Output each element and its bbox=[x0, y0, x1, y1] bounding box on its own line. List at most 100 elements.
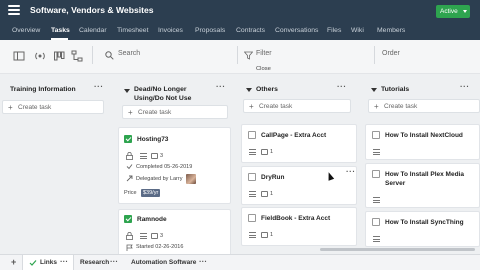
lock-icon bbox=[126, 232, 133, 240]
column-menu-button[interactable]: ··· bbox=[460, 82, 470, 91]
tab-timesheet[interactable]: Timesheet bbox=[117, 27, 148, 34]
comment-count: 1 bbox=[270, 149, 274, 155]
tab-conversations[interactable]: Conversations bbox=[275, 27, 318, 34]
delegate-arrow-icon bbox=[126, 175, 133, 182]
filter-input[interactable]: Filter bbox=[256, 50, 272, 57]
comment-icon bbox=[261, 191, 268, 197]
hierarchy-icon[interactable] bbox=[71, 50, 83, 62]
divider bbox=[374, 46, 375, 64]
task-card-plex[interactable]: How To Install Plex Media Server bbox=[365, 163, 480, 208]
tab-contracts[interactable]: Contracts bbox=[236, 27, 265, 34]
description-icon bbox=[373, 236, 380, 242]
column-title: Tutorials bbox=[381, 86, 410, 93]
tab-wiki[interactable]: Wiki bbox=[351, 27, 364, 34]
card-menu-button[interactable]: ··· bbox=[346, 167, 356, 176]
task-card-syncthing[interactable]: How To Install SyncThing bbox=[365, 211, 480, 247]
flag-icon bbox=[126, 244, 133, 251]
description-icon bbox=[249, 191, 256, 197]
check-circle-icon bbox=[126, 164, 133, 170]
create-task-label: Create task bbox=[384, 103, 418, 110]
task-complete-checkbox[interactable] bbox=[372, 170, 380, 178]
task-title: How To Install SyncThing bbox=[385, 219, 464, 226]
task-card-dryrun[interactable]: DryRun ··· 1 bbox=[241, 166, 357, 205]
view-toggle-icon[interactable] bbox=[13, 50, 25, 62]
close-filter-link[interactable]: Close bbox=[256, 66, 271, 72]
sheet-tab-menu[interactable]: ··· bbox=[110, 257, 118, 266]
comment-icon bbox=[151, 233, 158, 239]
task-complete-checkbox[interactable] bbox=[248, 131, 256, 139]
task-title: DryRun bbox=[261, 174, 285, 181]
column-menu-button[interactable]: ··· bbox=[94, 82, 104, 91]
create-task-label: Create task bbox=[259, 103, 293, 110]
description-icon bbox=[249, 232, 256, 238]
task-complete-checkbox[interactable] bbox=[124, 215, 132, 223]
started-date: Started 02-26-2016 bbox=[136, 244, 184, 250]
tab-overview[interactable]: Overview bbox=[12, 27, 40, 34]
sheet-tabs-bar: + Links ··· Research ··· Automation Soft… bbox=[0, 254, 480, 270]
task-card-hosting73[interactable]: Hosting73 3 Completed 05-26-2019 Delegat… bbox=[118, 127, 231, 204]
task-board: Training Information ··· + Create task D… bbox=[0, 74, 480, 254]
sheet-tab-automation[interactable]: Automation Software bbox=[131, 259, 196, 266]
tab-files[interactable]: Files bbox=[327, 27, 341, 34]
add-sheet-button[interactable]: + bbox=[11, 257, 16, 267]
sheet-tab-menu[interactable]: ··· bbox=[60, 257, 68, 266]
hamburger-menu-icon[interactable] bbox=[8, 5, 20, 16]
create-task-button[interactable]: + Create task bbox=[243, 99, 351, 113]
column-menu-button[interactable]: ··· bbox=[337, 82, 347, 91]
task-complete-checkbox[interactable] bbox=[248, 214, 256, 222]
comment-icon bbox=[261, 149, 268, 155]
task-toolbar bbox=[0, 40, 480, 74]
plus-icon: + bbox=[128, 108, 133, 117]
plus-icon: + bbox=[8, 103, 13, 112]
task-card-ramnode[interactable]: Ramnode 3 Started 02-26-2016 bbox=[118, 209, 231, 254]
comment-count: 3 bbox=[160, 233, 164, 239]
task-card-callpage[interactable]: CallPage - Extra Acct 1 bbox=[241, 124, 357, 163]
task-complete-checkbox[interactable] bbox=[248, 173, 256, 181]
create-task-label: Create task bbox=[138, 109, 172, 116]
column-title: Dead/No Longer Using/Do Not Use bbox=[134, 86, 192, 102]
comment-icon bbox=[151, 153, 158, 159]
create-task-button[interactable]: + Create task bbox=[2, 100, 104, 114]
column-title: Others bbox=[256, 86, 278, 93]
sheet-tab-menu[interactable]: ··· bbox=[199, 257, 207, 266]
create-task-button[interactable]: + Create task bbox=[122, 105, 228, 119]
column-menu-button[interactable]: ··· bbox=[216, 82, 226, 91]
description-icon bbox=[140, 153, 147, 159]
task-complete-checkbox[interactable] bbox=[124, 135, 132, 143]
task-title: Ramnode bbox=[137, 216, 167, 223]
sheet-tab-links[interactable]: Links bbox=[40, 259, 57, 266]
task-title: Hosting73 bbox=[137, 136, 169, 143]
task-card-fieldbook[interactable]: FieldBook - Extra Acct 1 bbox=[241, 207, 357, 246]
tab-tasks[interactable]: Tasks bbox=[51, 27, 70, 34]
description-icon bbox=[249, 149, 256, 155]
order-select[interactable]: Order bbox=[382, 50, 400, 57]
tab-invoices[interactable]: Invoices bbox=[158, 27, 183, 34]
search-input[interactable]: Search bbox=[118, 50, 140, 57]
project-nav: Overview Tasks Calendar Timesheet Invoic… bbox=[0, 22, 480, 40]
collapse-caret-icon[interactable] bbox=[371, 88, 377, 92]
task-complete-checkbox[interactable] bbox=[372, 218, 380, 226]
collapse-caret-icon[interactable] bbox=[124, 89, 130, 93]
sheet-tab-research[interactable]: Research bbox=[80, 259, 109, 266]
horizontal-scrollbar[interactable] bbox=[320, 248, 475, 251]
completed-date: Completed 05-26-2019 bbox=[136, 164, 193, 170]
comment-count: 1 bbox=[270, 191, 274, 197]
tab-members[interactable]: Members bbox=[377, 27, 405, 34]
collapse-caret-icon[interactable] bbox=[246, 88, 252, 92]
status-dropdown-button[interactable]: Active bbox=[436, 5, 470, 18]
chevron-down-icon bbox=[463, 10, 467, 13]
status-label: Active bbox=[440, 8, 458, 15]
column-title: Training Information bbox=[10, 86, 76, 93]
plus-icon: + bbox=[249, 102, 254, 111]
create-task-button[interactable]: + Create task bbox=[368, 99, 480, 113]
task-complete-checkbox[interactable] bbox=[372, 131, 380, 139]
divider bbox=[237, 46, 238, 64]
description-icon bbox=[373, 197, 380, 203]
board-view-icon[interactable] bbox=[53, 50, 65, 62]
filter-icon[interactable] bbox=[244, 51, 253, 60]
tab-calendar[interactable]: Calendar bbox=[79, 27, 107, 34]
task-card-nextcloud[interactable]: How To Install NextCloud bbox=[365, 124, 480, 160]
task-title: How To Install NextCloud bbox=[385, 132, 463, 139]
broadcast-icon[interactable] bbox=[34, 50, 46, 62]
tab-proposals[interactable]: Proposals bbox=[195, 27, 225, 34]
